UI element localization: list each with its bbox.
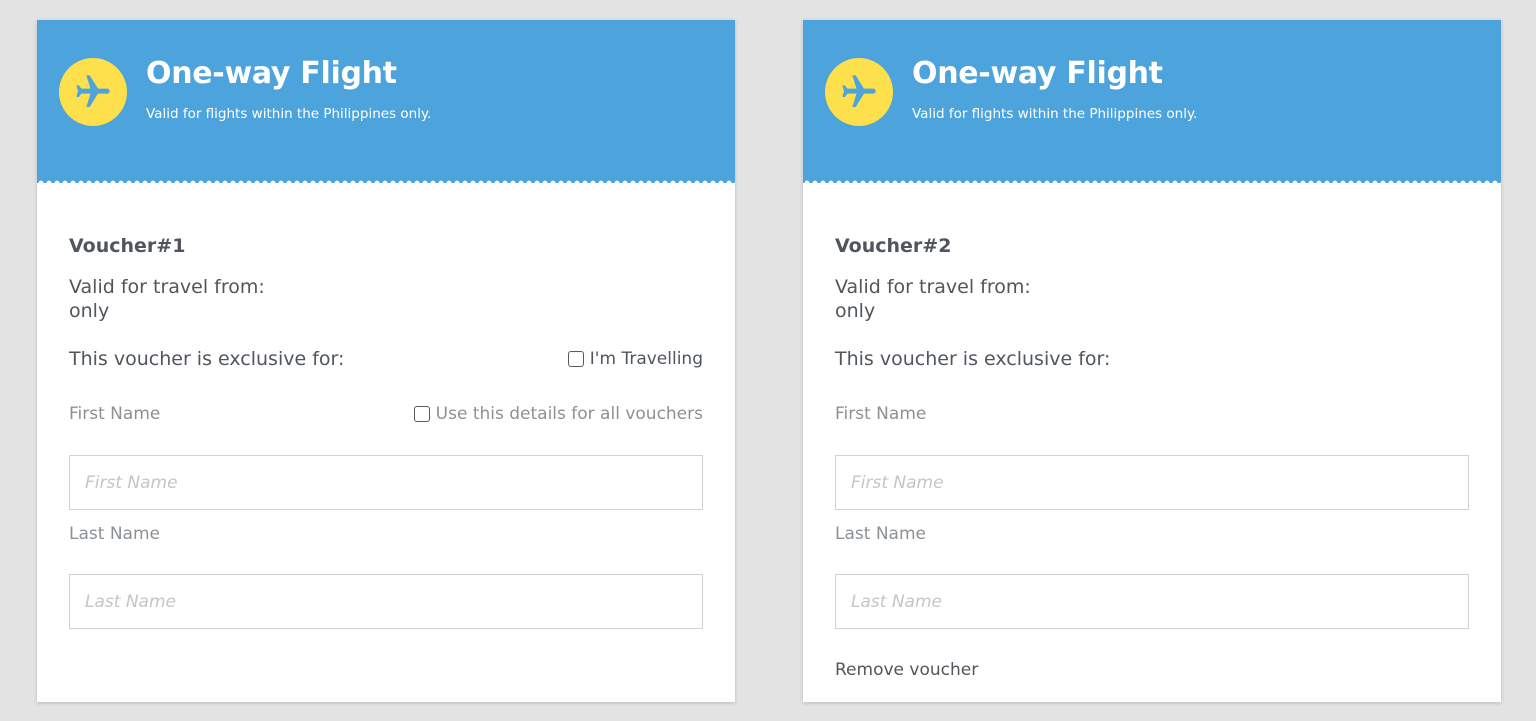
exclusive-label: This voucher is exclusive for: bbox=[835, 348, 1111, 370]
first-name-label: First Name bbox=[835, 404, 927, 424]
card-header: One-way Flight Valid for flights within … bbox=[37, 20, 735, 183]
valid-travel-only-text: only bbox=[835, 300, 876, 322]
voucher-card: One-way Flight Valid for flights within … bbox=[803, 20, 1501, 702]
valid-travel-label: Valid for travel from: bbox=[835, 276, 1031, 298]
voucher-title: Voucher#2 bbox=[835, 235, 952, 257]
card-header: One-way Flight Valid for flights within … bbox=[803, 20, 1501, 183]
card-subtitle: Valid for flights within the Philippines… bbox=[146, 106, 432, 122]
remove-voucher-link[interactable]: Remove voucher bbox=[835, 660, 978, 680]
card-body: Voucher#2 Valid for travel from: only Th… bbox=[835, 183, 1469, 702]
im-travelling-label: I'm Travelling bbox=[589, 349, 703, 369]
first-name-input[interactable] bbox=[69, 455, 703, 510]
card-title: One-way Flight bbox=[146, 56, 397, 91]
use-details-all-vouchers-label: Use this details for all vouchers bbox=[435, 404, 703, 424]
card-title: One-way Flight bbox=[912, 56, 1163, 91]
last-name-label: Last Name bbox=[69, 524, 160, 544]
im-travelling-checkbox[interactable]: I'm Travelling bbox=[567, 349, 703, 369]
checkbox-icon[interactable] bbox=[567, 351, 584, 367]
voucher-card: One-way Flight Valid for flights within … bbox=[37, 20, 735, 702]
last-name-input[interactable] bbox=[835, 574, 1469, 629]
valid-travel-only-text: only bbox=[69, 300, 110, 322]
last-name-input[interactable] bbox=[69, 574, 703, 629]
voucher-title: Voucher#1 bbox=[69, 235, 186, 257]
first-name-label: First Name bbox=[69, 404, 161, 424]
airplane-icon bbox=[59, 58, 127, 126]
valid-travel-label: Valid for travel from: bbox=[69, 276, 265, 298]
first-name-input[interactable] bbox=[835, 455, 1469, 510]
card-subtitle: Valid for flights within the Philippines… bbox=[912, 106, 1198, 122]
airplane-icon bbox=[825, 58, 893, 126]
exclusive-label: This voucher is exclusive for: bbox=[69, 348, 345, 370]
card-body: Voucher#1 Valid for travel from: only Th… bbox=[69, 183, 703, 702]
checkbox-icon[interactable] bbox=[413, 406, 430, 422]
last-name-label: Last Name bbox=[835, 524, 926, 544]
use-details-all-vouchers-checkbox[interactable]: Use this details for all vouchers bbox=[413, 404, 703, 424]
